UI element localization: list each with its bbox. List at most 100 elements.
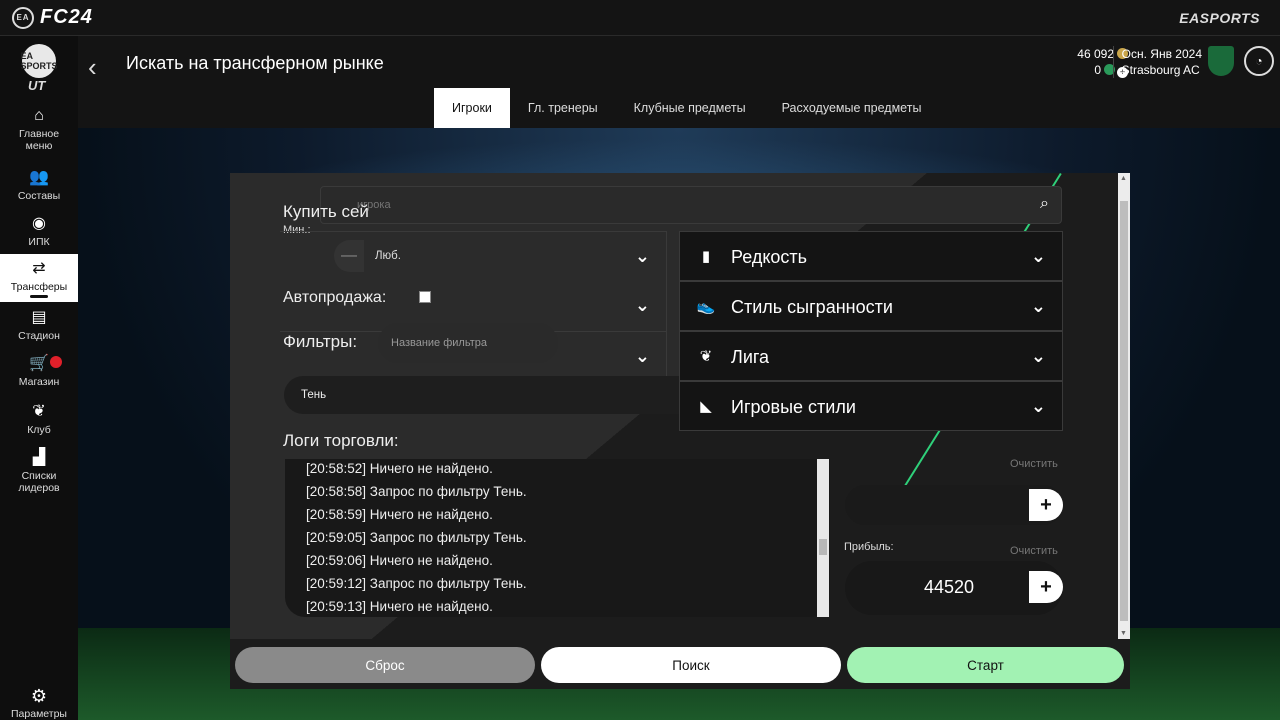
sbc-icon: ◉ [32,215,46,232]
chevron-down-icon: ⌄ [634,295,650,315]
playstyles-dropdown[interactable]: ◣ Игровые стили ⌄ [679,381,1063,431]
tab-consumables[interactable]: Расходуемые предметы [764,88,940,128]
nav-squads[interactable]: 👥 Составы [0,168,78,202]
profile-icon[interactable]: ◔ [1244,46,1274,76]
action-bar: Сброс Поиск Старт [230,639,1130,689]
nav-label: Магазин [18,376,60,388]
cart-icon: 🛒 [29,355,49,372]
stadium-icon: ▤ [31,309,47,326]
top-bar: EA FC24 EASPORTS [0,0,1280,36]
panel-scrollbar[interactable]: ▲ ▼ [1118,173,1130,639]
search-panel: ⌕ Купить сей Мин.: — Люб. ⌄ ⌄ ⌄ Автопрод… [230,173,1130,689]
season-info: Осн. Янв 2024 Strasbourg AC [1112,46,1202,78]
club-icon: ❦ [32,403,46,420]
start-button[interactable]: Старт [847,647,1124,683]
search-icon[interactable]: ⌕ [1040,195,1049,213]
nav-label: ИПК [28,236,50,248]
points-value: 0 [1094,63,1101,77]
nav-club[interactable]: ❦ Клуб [0,402,78,436]
plus-icon[interactable]: + [1029,571,1063,603]
min-value: Люб. [375,250,401,262]
autosell-checkbox[interactable] [419,291,431,303]
club-badge-icon [1208,46,1234,76]
coins-value: 46 092 [1077,47,1114,61]
plus-icon[interactable]: + [1029,489,1063,521]
trade-logs[interactable]: [20:58:52] Ничего не найдено. [20:58:58]… [285,459,830,617]
profit-stepper[interactable]: 44520 + [845,561,1063,615]
scroll-down-icon[interactable]: ▼ [1120,630,1127,637]
log-line: [20:59:12] Запрос по фильтру Тень. [306,576,527,591]
nav-label: Клуб [27,424,51,436]
active-indicator [30,295,48,298]
minus-icon[interactable]: — [334,240,364,272]
chevron-down-icon: ⌄ [634,346,650,366]
scroll-up-icon[interactable]: ▲ [1120,175,1127,182]
boot-icon: 👟 [696,298,716,315]
easports-logo: EASPORTS [1179,10,1260,26]
autosell-label: Автопродажа: [283,289,387,306]
nav-sbc[interactable]: ◉ ИПК [0,214,78,248]
playstyle-icon: ◣ [700,398,712,415]
dropdown-label: Игровые стили [731,397,856,417]
filter-item[interactable]: Тень [284,376,724,414]
ut-logo-icon: EA SPORTS [21,44,58,78]
profit-label: Прибыль: [844,541,894,553]
notification-badge [50,356,62,368]
squad-icon: 👥 [29,169,49,186]
page-title: Искать на трансферном рынке [126,53,384,73]
logs-scrollbar[interactable] [817,459,829,617]
fc24-logo: EA FC24 [12,6,93,29]
app-root: EA FC24 EASPORTS EA SPORTS UT ⌂ Главное … [0,0,1280,720]
league-dropdown[interactable]: ❦ Лига ⌄ [679,331,1063,381]
logs-label: Логи торговли: [283,431,399,450]
nav-stadium[interactable]: ▤ Стадион [0,308,78,342]
nav-home[interactable]: ⌂ Главное меню [0,106,78,152]
reset-button[interactable]: Сброс [235,647,535,683]
filters-label: Фильтры: [283,332,358,351]
price-stepper[interactable]: + [845,485,1063,525]
search-button[interactable]: Поиск [541,647,841,683]
filter-name-input[interactable]: Название фильтра [378,323,558,363]
nav-transfers[interactable]: ⇄ Трансферы [0,254,78,302]
min-price-dropdown[interactable]: — Люб. ⌄ [280,231,667,281]
profit-value: 44520 [924,577,975,597]
chevron-left-icon: ‹ [88,52,97,82]
chemistry-style-dropdown[interactable]: 👟 Стиль сыгранности ⌄ [679,281,1063,331]
nav-store[interactable]: 🛒 Магазин [0,354,78,388]
back-button[interactable]: ‹ [88,52,108,83]
season-label: Осн. Янв 2024 [1121,47,1202,61]
dropdown-label: Редкость [731,247,808,267]
log-line: [20:58:58] Запрос по фильтру Тень. [306,484,527,499]
ut-logo-text: UT [28,78,46,93]
page-header: ‹ Искать на трансферном рынке Игроки Гл.… [78,36,1280,128]
clear-button[interactable]: Очистить [1010,458,1058,470]
gear-icon: ⚙ [30,686,48,706]
log-line: [20:58:52] Ничего не найдено. [306,461,493,476]
dropdown-label: Стиль сыгранности [731,297,893,317]
nav-leaderboards[interactable]: ▟ Списки лидеров [0,448,78,494]
nav-label: Составы [17,190,61,202]
nav-label: Трансферы [10,281,68,293]
tab-club-items[interactable]: Клубные предметы [616,88,764,128]
rarity-dropdown[interactable]: ▮ Редкость ⌄ [679,231,1063,281]
settings-label: Параметры [11,708,67,720]
log-line: [20:59:13] Ничего не найдено. [306,599,493,614]
chevron-down-icon: ⌄ [1030,396,1046,416]
club-name: Strasbourg AC [1121,63,1200,77]
leaderboard-icon: ▟ [32,449,46,466]
tab-managers[interactable]: Гл. тренеры [510,88,616,128]
chevron-down-icon: ⌄ [1030,296,1046,316]
clear-button[interactable]: Очистить [1010,545,1058,557]
scroll-thumb[interactable] [819,539,827,555]
log-line: [20:59:06] Ничего не найдено. [306,553,493,568]
player-search[interactable]: ⌕ [320,186,1062,224]
scroll-thumb[interactable] [1120,201,1128,621]
player-search-input[interactable] [357,187,1017,223]
nav-label: Стадион [18,330,60,342]
nav-settings[interactable]: ⚙ [0,686,78,707]
rarity-icon: ▮ [701,248,711,265]
fc24-logo-text: FC24 [40,6,93,28]
chevron-down-icon: ⌄ [634,246,650,266]
tab-players[interactable]: Игроки [434,88,510,128]
chevron-down-icon: ⌄ [1030,246,1046,266]
